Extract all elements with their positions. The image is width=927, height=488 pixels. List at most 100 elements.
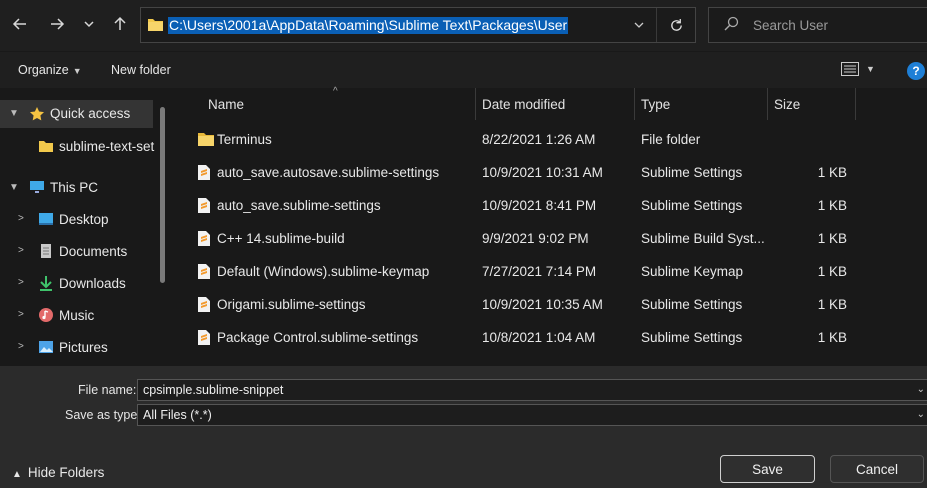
file-name[interactable]: auto_save.autosave.sublime-settings	[217, 165, 439, 180]
file-type: Sublime Settings	[641, 198, 743, 213]
file-name[interactable]: C++ 14.sublime-build	[217, 231, 345, 246]
sidebar-scrollbar[interactable]	[160, 107, 165, 283]
file-row[interactable]: auto_save.autosave.sublime-settings 10/9/…	[176, 156, 927, 189]
sidebar-item-label: sublime-text-set	[59, 139, 155, 154]
file-row[interactable]: C++ 14.sublime-build 9/9/2021 9:02 PM Subl…	[176, 222, 927, 255]
file-date-modified: 10/9/2021 10:31 AM	[482, 165, 603, 180]
file-name-value[interactable]: cpsimple.sublime-snippet	[143, 383, 283, 397]
file-date-modified: 9/9/2021 9:02 PM	[482, 231, 589, 246]
file-name[interactable]: Origami.sublime-settings	[217, 297, 366, 312]
navigation-pane: ▼ Quick access sublime-text-set ▼ This P…	[0, 88, 175, 366]
sidebar-item-documents[interactable]: > Documents	[0, 236, 160, 266]
sublime-file-icon	[198, 297, 210, 312]
arrow-left-icon	[12, 18, 26, 30]
file-name[interactable]: Terminus	[217, 132, 272, 147]
sidebar-item-this-pc[interactable]: ▼ This PC	[0, 172, 160, 202]
sublime-file-icon	[198, 330, 210, 345]
column-divider[interactable]	[475, 88, 476, 120]
file-name[interactable]: Package Control.sublime-settings	[217, 330, 418, 345]
file-row[interactable]: Terminus 8/22/2021 1:26 AM File folder	[176, 123, 927, 156]
hide-folders-button[interactable]: ▲ Hide Folders	[12, 465, 104, 480]
file-type: File folder	[641, 132, 701, 147]
search-box[interactable]: Search User	[708, 7, 927, 43]
file-row[interactable]: Package Control.sublime-settings 10/8/202…	[176, 321, 927, 354]
chevron-down-icon[interactable]: ▼	[9, 182, 19, 193]
forward-button[interactable]	[45, 12, 69, 36]
file-size: 1 KB	[817, 198, 847, 213]
file-date-modified: 7/27/2021 7:14 PM	[482, 264, 597, 279]
organize-button[interactable]: Organize ▼	[18, 63, 82, 77]
address-bar[interactable]: C:\Users\2001a\AppData\Roaming\Sublime T…	[140, 7, 696, 43]
address-path[interactable]: C:\Users\2001a\AppData\Roaming\Sublime T…	[168, 17, 569, 34]
file-size: 1 KB	[817, 264, 847, 279]
star-icon	[30, 107, 44, 121]
column-header-size[interactable]: Size	[774, 97, 800, 112]
sidebar-item-label: Downloads	[59, 276, 126, 291]
sidebar-item-desktop[interactable]: > Desktop	[0, 204, 160, 234]
file-row[interactable]: auto_save.sublime-settings 10/9/2021 8:41…	[176, 189, 927, 222]
view-details-icon[interactable]	[841, 62, 859, 76]
arrow-right-icon	[51, 18, 65, 30]
file-row[interactable]: Origami.sublime-settings 10/9/2021 10:35 …	[176, 288, 927, 321]
chevron-right-icon[interactable]: >	[18, 309, 24, 320]
desktop-icon	[39, 213, 53, 225]
file-size: 1 KB	[817, 231, 847, 246]
file-date-modified: 10/9/2021 8:41 PM	[482, 198, 597, 213]
monitor-icon	[30, 181, 44, 193]
column-divider[interactable]	[634, 88, 635, 120]
chevron-down-icon[interactable]: ⌄	[917, 384, 925, 395]
view-options-chevron-icon[interactable]: ▼	[866, 64, 875, 74]
sublime-file-icon	[198, 264, 210, 279]
sidebar-item-quick-access[interactable]: ▼ Quick access	[0, 100, 153, 128]
address-dropdown-button[interactable]	[621, 8, 655, 42]
save-button[interactable]: Save	[720, 455, 815, 483]
folder-icon	[39, 141, 53, 152]
file-name-field[interactable]: cpsimple.sublime-snippet ⌄	[137, 379, 927, 401]
folder-icon	[198, 133, 214, 146]
music-icon	[39, 308, 53, 322]
column-header-type[interactable]: Type	[641, 97, 670, 112]
file-name[interactable]: auto_save.sublime-settings	[217, 198, 381, 213]
folder-icon	[148, 19, 163, 31]
help-button[interactable]: ?	[907, 62, 925, 80]
chevron-right-icon[interactable]: >	[18, 213, 24, 224]
back-button[interactable]	[8, 12, 32, 36]
sidebar-item-music[interactable]: > Music	[0, 300, 160, 330]
column-divider[interactable]	[767, 88, 768, 120]
refresh-icon	[671, 18, 682, 31]
file-date-modified: 10/8/2021 1:04 AM	[482, 330, 596, 345]
cancel-button[interactable]: Cancel	[830, 455, 924, 483]
sidebar-item-label: Pictures	[59, 340, 108, 355]
column-header-date-modified[interactable]: Date modified	[482, 97, 565, 112]
sidebar-item-sublime-text-set[interactable]: sublime-text-set	[0, 131, 160, 161]
sidebar-item-label: Documents	[59, 244, 128, 259]
file-type: Sublime Settings	[641, 165, 743, 180]
chevron-down-icon	[84, 21, 94, 28]
sidebar-item-pictures[interactable]: > Pictures	[0, 332, 160, 362]
file-row[interactable]: Default (Windows).sublime-keymap 7/27/202…	[176, 255, 927, 288]
save-as-type-select[interactable]: All Files (*.*) ⌄	[137, 404, 927, 426]
chevron-down-icon: ⌄	[916, 409, 925, 420]
chevron-up-icon: ▲	[12, 469, 22, 480]
up-button[interactable]	[108, 12, 132, 36]
chevron-right-icon[interactable]: >	[18, 245, 24, 256]
file-type: Sublime Settings	[641, 297, 743, 312]
file-name[interactable]: Default (Windows).sublime-keymap	[217, 264, 429, 279]
chevron-right-icon[interactable]: >	[18, 277, 24, 288]
new-folder-button[interactable]: New folder	[111, 63, 171, 77]
sidebar-item-label: This PC	[50, 180, 99, 195]
sidebar-item-label: Quick access	[50, 106, 131, 121]
document-icon	[41, 244, 51, 258]
command-bar: Organize ▼ New folder ▼ ?	[0, 52, 927, 88]
column-header-row: Name Date modified Type Size	[176, 88, 927, 120]
search-placeholder: Search User	[753, 18, 829, 33]
refresh-button[interactable]	[656, 8, 696, 42]
sidebar-item-downloads[interactable]: > Downloads	[0, 268, 160, 298]
sublime-file-icon	[198, 231, 210, 246]
chevron-right-icon[interactable]: >	[18, 341, 24, 352]
column-divider[interactable]	[855, 88, 856, 120]
organize-label: Organize	[18, 63, 69, 77]
recent-locations-button[interactable]	[77, 12, 101, 36]
chevron-down-icon[interactable]: ▼	[9, 108, 19, 119]
column-header-name[interactable]: Name	[208, 97, 244, 112]
